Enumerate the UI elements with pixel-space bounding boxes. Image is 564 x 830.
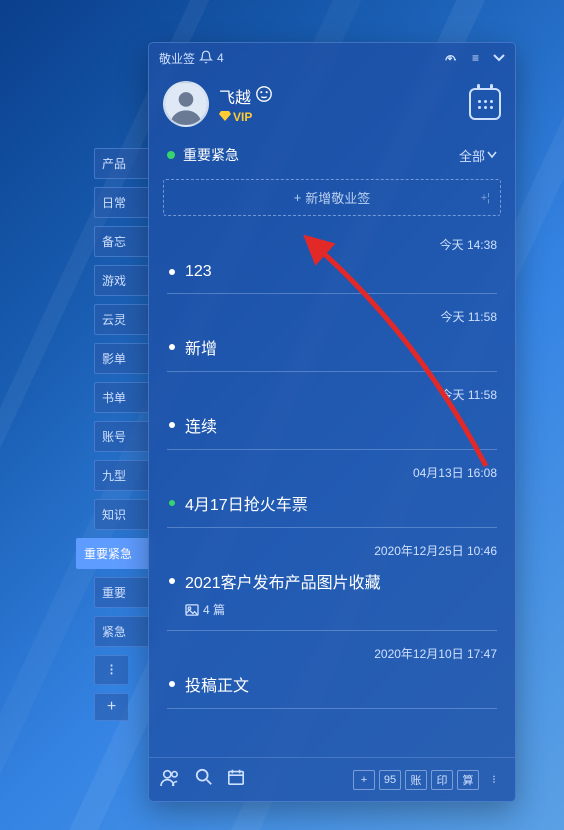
note-item[interactable]: 今天 11:58 连续: [167, 372, 497, 450]
notes-list: 今天 14:38123今天 11:58新增今天 11:58连续04月13日 16…: [149, 222, 515, 757]
calendar-icon[interactable]: [469, 88, 501, 120]
note-item[interactable]: 2020年12月10日 17:47 投稿正文: [167, 631, 497, 709]
note-item[interactable]: 04月13日 16:08 4月17日抢火车票: [167, 450, 497, 528]
note-time: 04月13日 16:08: [169, 464, 497, 481]
vip-label: VIP: [233, 110, 252, 124]
sync-icon[interactable]: [442, 51, 458, 66]
notification-count: 4: [217, 51, 224, 65]
sidebar-tab-urgent2[interactable]: 紧急: [94, 616, 150, 647]
user-name: 飞越: [219, 84, 251, 108]
note-title: 新增: [185, 335, 217, 359]
sidebar-more-button[interactable]: ⁝: [94, 655, 128, 685]
bottombar-button-1[interactable]: 95: [379, 770, 401, 790]
category-dot-icon: [167, 151, 175, 159]
new-note-label: 新增敬业签: [305, 188, 370, 207]
chevron-down-icon[interactable]: [493, 51, 505, 65]
bottombar-more-icon[interactable]: ⁝: [483, 770, 505, 790]
bottombar-button-4[interactable]: 算: [457, 770, 479, 790]
note-title: 2021客户发布产品图片收藏: [185, 569, 381, 593]
note-dot-icon: [169, 344, 175, 350]
note-dot-icon: [169, 578, 175, 584]
sidebar-tab-urgent[interactable]: 重要紧急: [76, 538, 150, 569]
user-header: 飞越 VIP: [149, 73, 515, 133]
note-dot-icon: [169, 500, 175, 506]
note-item[interactable]: 今天 11:58 新增: [167, 294, 497, 372]
user-emoji-icon: [255, 85, 273, 107]
note-dot-icon: [169, 681, 175, 687]
sidebar-tab-nine[interactable]: 九型: [94, 460, 150, 491]
sidebar-tab-daily[interactable]: 日常: [94, 187, 150, 218]
contacts-icon[interactable]: [159, 768, 181, 791]
search-icon[interactable]: [195, 768, 213, 791]
bottom-bar: +95账印算⁝: [149, 757, 515, 801]
schedule-icon[interactable]: [227, 768, 245, 791]
note-image-count: 4 篇: [203, 601, 225, 618]
category-name: 重要紧急: [183, 145, 239, 165]
note-time: 2020年12月25日 10:46: [169, 542, 497, 559]
note-dot-icon: [169, 422, 175, 428]
category-filter-label: 全部: [459, 146, 485, 165]
side-tab-list: 产品日常备忘游戏云灵影单书单账号九型知识重要紧急重要紧急⁝+: [94, 148, 150, 721]
note-time: 今天 11:58: [169, 386, 497, 403]
chevron-down-icon: [487, 151, 497, 159]
bottombar-button-0[interactable]: +: [353, 770, 375, 790]
sidebar-tab-yunling[interactable]: 云灵: [94, 304, 150, 335]
bottombar-button-2[interactable]: 账: [405, 770, 427, 790]
sidebar-tab-account[interactable]: 账号: [94, 421, 150, 452]
category-header: 重要紧急 全部: [149, 133, 515, 173]
vip-diamond-icon: [219, 110, 231, 124]
avatar[interactable]: [163, 81, 209, 127]
new-note-button[interactable]: + 新增敬业签 +¦: [163, 179, 501, 216]
title-bar: 敬业签 4 ≡: [149, 43, 515, 73]
note-attachments: 4 篇: [185, 601, 497, 618]
plus-icon: +: [294, 190, 302, 205]
notification-icon[interactable]: [199, 50, 213, 67]
note-title: 4月17日抢火车票: [185, 491, 308, 515]
sidebar-tab-product[interactable]: 产品: [94, 148, 150, 179]
bottombar-button-3[interactable]: 印: [431, 770, 453, 790]
sidebar-tab-memo[interactable]: 备忘: [94, 226, 150, 257]
menu-icon[interactable]: ≡: [472, 51, 479, 65]
sidebar-tab-movie[interactable]: 影单: [94, 343, 150, 374]
app-title: 敬业签: [159, 50, 195, 67]
sidebar-tab-game[interactable]: 游戏: [94, 265, 150, 296]
note-time: 2020年12月10日 17:47: [169, 645, 497, 662]
note-time: 今天 11:58: [169, 308, 497, 325]
note-title: 123: [185, 263, 212, 281]
note-time: 今天 14:38: [169, 236, 497, 253]
sidebar-tab-book[interactable]: 书单: [94, 382, 150, 413]
note-title: 投稿正文: [185, 672, 249, 696]
note-dot-icon: [169, 269, 175, 275]
note-title: 连续: [185, 413, 217, 437]
category-filter[interactable]: 全部: [459, 146, 497, 165]
note-item[interactable]: 2020年12月25日 10:46 2021客户发布产品图片收藏 4 篇: [167, 528, 497, 631]
sidebar-tab-important[interactable]: 重要: [94, 577, 150, 608]
app-window: 敬业签 4 ≡ 飞越: [148, 42, 516, 802]
plus-icon-small: +¦: [481, 192, 490, 204]
sidebar-add-button[interactable]: +: [94, 693, 128, 721]
sidebar-tab-knowledge[interactable]: 知识: [94, 499, 150, 530]
note-item[interactable]: 今天 14:38 123: [167, 222, 497, 294]
